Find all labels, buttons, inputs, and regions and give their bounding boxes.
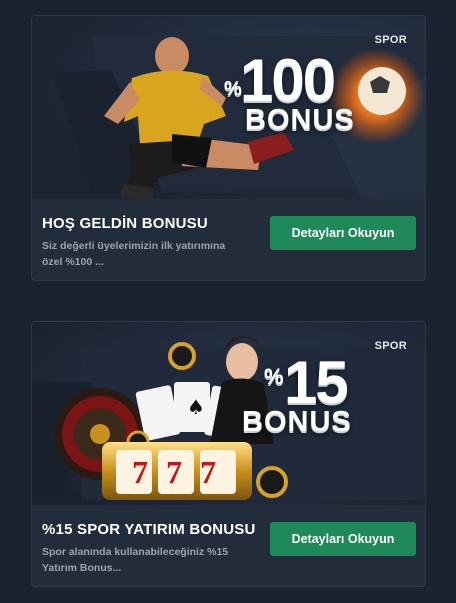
slot-reels-text: 777 — [132, 453, 234, 490]
promo-description: Siz değerli üyelerimizin ilk yatırımına … — [42, 240, 226, 268]
read-details-button[interactable]: Detayları Okuyun — [270, 216, 416, 250]
svg-text:♠: ♠ — [187, 395, 205, 419]
category-tag: SPOR — [374, 340, 407, 352]
bonus-word: BONUS — [242, 406, 352, 438]
promotions-page: % 100 BONUS SPOR HOŞ GELDİN BONUSU Siz d… — [0, 0, 456, 603]
promo-description: Spor alanında kullanabileceğiniz %15 Yat… — [42, 546, 229, 574]
promo-title: HOŞ GELDİN BONUSU — [42, 215, 208, 232]
promo-banner-casino: ♠ ♣ % 15 BONUS 777 — [32, 322, 425, 505]
promo-title: %15 SPOR YATIRIM BONUSU — [42, 521, 256, 538]
category-tag: SPOR — [374, 34, 407, 46]
promo-card-welcome-bonus: % 100 BONUS SPOR HOŞ GELDİN BONUSU Siz d… — [31, 15, 426, 281]
promo-banner-football: % 100 BONUS — [32, 16, 425, 199]
promo-card-sport-deposit-bonus: ♠ ♣ % 15 BONUS 777 SPOR %15 S — [31, 321, 426, 587]
read-details-button[interactable]: Detayları Okuyun — [270, 522, 416, 556]
percent-sign: % — [264, 364, 284, 389]
football-player-image — [32, 16, 425, 199]
bonus-word: BONUS — [245, 104, 355, 136]
